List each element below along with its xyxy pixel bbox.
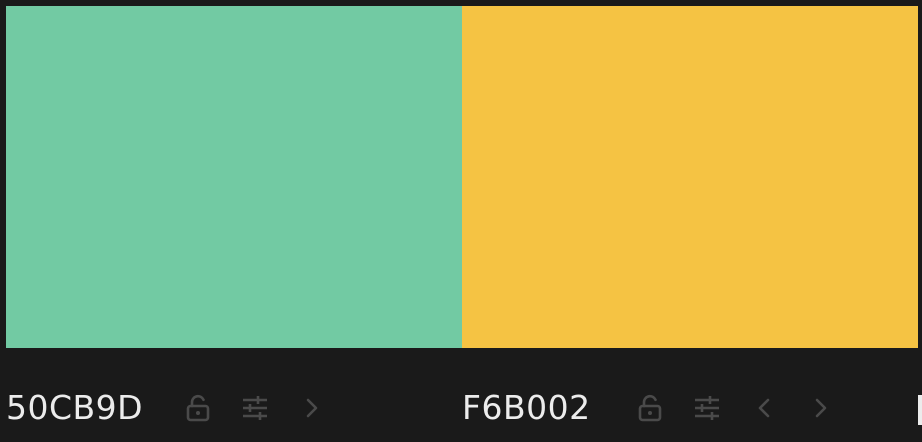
sliders-icon[interactable] xyxy=(687,388,727,428)
chevron-right-icon[interactable] xyxy=(801,388,841,428)
chevron-right-icon[interactable] xyxy=(292,388,332,428)
hex-code-label[interactable]: 50CB9D xyxy=(6,380,148,436)
sliders-icon[interactable] xyxy=(235,388,275,428)
palette-viewer: 50CB9D F6B002 xyxy=(0,0,922,442)
chevron-left-icon[interactable] xyxy=(744,388,784,428)
unlock-icon[interactable] xyxy=(178,388,218,428)
swatch-toolbar: 50CB9D xyxy=(6,380,332,436)
hex-code-label[interactable]: F6B002 xyxy=(462,380,604,436)
next-swatch-hex-fragment xyxy=(918,395,922,425)
color-swatch[interactable] xyxy=(462,6,918,348)
color-swatch[interactable] xyxy=(6,6,462,348)
swatch-toolbar: F6B002 xyxy=(462,380,841,436)
unlock-icon[interactable] xyxy=(630,388,670,428)
